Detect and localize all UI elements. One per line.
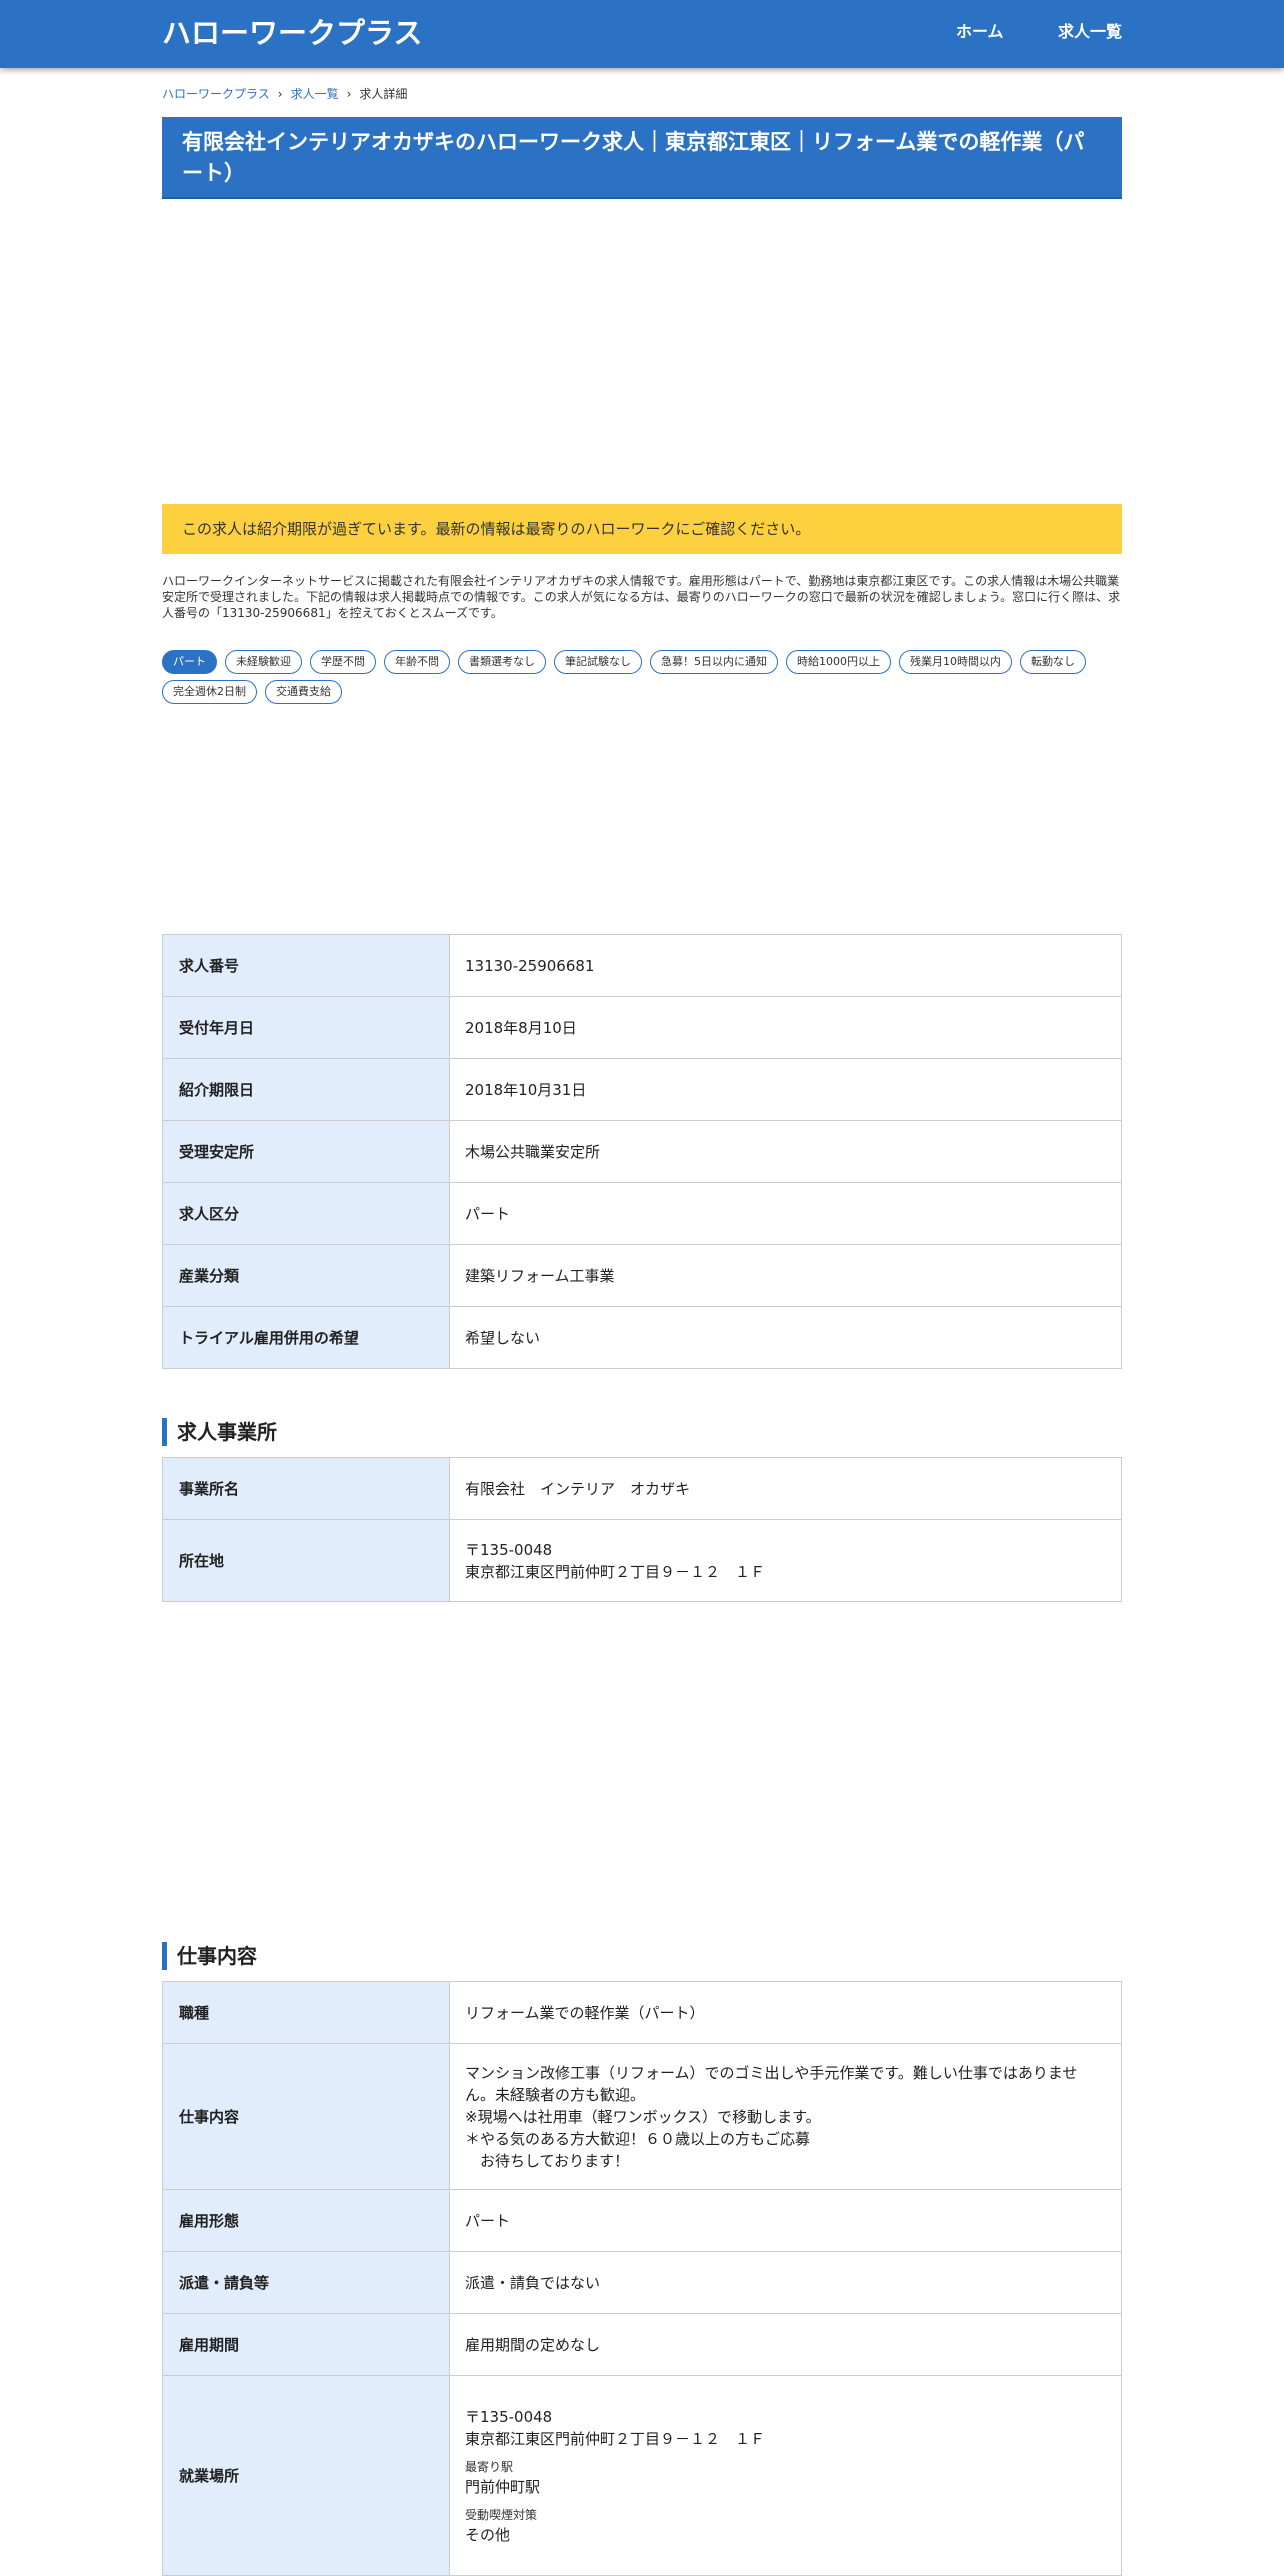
office-name-value: 有限会社 インテリア オカザキ xyxy=(449,1457,1122,1520)
row-label: 産業分類 xyxy=(162,1244,450,1307)
job-number-value: 13130-25906681 xyxy=(449,934,1122,997)
table-row: 紹介期限日 2018年10月31日 xyxy=(162,1058,1122,1121)
breadcrumb: ハローワークプラス › 求人一覧 › 求人詳細 xyxy=(162,84,407,104)
address-line: 東京都江東区門前仲町２丁目９－１２ １Ｆ xyxy=(465,1562,766,1581)
row-label: 事業所名 xyxy=(162,1457,450,1520)
tag-part-time: パート xyxy=(162,650,217,674)
row-value: 雇用期間の定めなし xyxy=(449,2313,1122,2376)
breadcrumb-current: 求人詳細 xyxy=(359,87,408,101)
table-row: 事業所名 有限会社 インテリア オカザキ xyxy=(162,1457,1122,1520)
row-label: 所在地 xyxy=(162,1519,450,1602)
table-row: 雇用形態 パート xyxy=(162,2189,1122,2252)
office-table: 事業所名 有限会社 インテリア オカザキ 所在地 〒135-0048 東京都江東… xyxy=(162,1457,1122,1602)
table-row: 職種 リフォーム業での軽作業（パート） xyxy=(162,1981,1122,2044)
tag: 急募！5日以内に通知 xyxy=(650,650,778,674)
table-row: 産業分類 建築リフォーム工事業 xyxy=(162,1244,1122,1307)
table-row: 受理安定所 木場公共職業安定所 xyxy=(162,1120,1122,1183)
row-value: 2018年10月31日 xyxy=(449,1058,1122,1121)
postal-code: 〒135-0048 xyxy=(465,2407,553,2426)
row-value: 木場公共職業安定所 xyxy=(449,1120,1122,1183)
row-value: 希望しない xyxy=(449,1306,1122,1369)
workplace-value: 〒135-0048 東京都江東区門前仲町２丁目９－１２ １Ｆ 最寄り駅 門前仲町… xyxy=(449,2375,1122,2576)
row-value: 派遣・請負ではない xyxy=(449,2251,1122,2314)
row-label: 就業場所 xyxy=(162,2375,450,2576)
row-value: 建築リフォーム工事業 xyxy=(449,1244,1122,1307)
row-label: 雇用形態 xyxy=(162,2189,450,2252)
table-row: 求人番号 13130-25906681 xyxy=(162,934,1122,997)
row-label: 仕事内容 xyxy=(162,2043,450,2190)
section-heading-job: 仕事内容 xyxy=(162,1942,1122,1970)
row-label: 受付年月日 xyxy=(162,996,450,1059)
postal-code: 〒135-0048 xyxy=(465,1540,553,1559)
row-label: 派遣・請負等 xyxy=(162,2251,450,2314)
table-row: 受付年月日 2018年8月10日 xyxy=(162,996,1122,1059)
chevron-right-icon: › xyxy=(346,87,352,101)
tag: 残業月10時間以内 xyxy=(899,650,1012,674)
job-description-summary: ハローワークインターネットサービスに掲載された有限会社インテリアオカザキの求人情… xyxy=(162,574,1121,620)
nav-job-list-link[interactable]: 求人一覧 xyxy=(1058,20,1122,44)
row-label: 受理安定所 xyxy=(162,1120,450,1183)
tag: 年齢不問 xyxy=(384,650,450,674)
table-row: 求人区分 パート xyxy=(162,1182,1122,1245)
table-row: 仕事内容 マンション改修工事（リフォーム）でのゴミ出しや手元作業です。難しい仕事… xyxy=(162,2043,1122,2190)
row-label: 職種 xyxy=(162,1981,450,2044)
page-title: 有限会社インテリアオカザキのハローワーク求人｜東京都江東区｜リフォーム業での軽作… xyxy=(162,117,1122,199)
breadcrumb-home-link[interactable]: ハローワークプラス xyxy=(162,87,270,101)
expired-notice: この求人は紹介期限が過ぎています。最新の情報は最寄りのハローワークにご確認くださ… xyxy=(162,504,1122,554)
tag-list: パート 未経験歓迎 学歴不問 年齢不問 書類選考なし 筆記試験なし 急募！5日以… xyxy=(162,650,1122,704)
job-detail-table: 職種 リフォーム業での軽作業（パート） 仕事内容 マンション改修工事（リフォーム… xyxy=(162,1981,1122,2576)
nav-home-link[interactable]: ホーム xyxy=(956,20,1004,44)
job-title-value: リフォーム業での軽作業（パート） xyxy=(449,1981,1122,2044)
row-value: パート xyxy=(449,1182,1122,1245)
table-row: 雇用期間 雇用期間の定めなし xyxy=(162,2313,1122,2376)
tag: 完全週休2日制 xyxy=(162,680,257,704)
job-summary-table: 求人番号 13130-25906681 受付年月日 2018年8月10日 紹介期… xyxy=(162,934,1122,1369)
tag: 転勤なし xyxy=(1020,650,1086,674)
row-value: パート xyxy=(449,2189,1122,2252)
brand-logo-link[interactable]: ハローワークプラス xyxy=(162,14,422,52)
office-address-value: 〒135-0048 東京都江東区門前仲町２丁目９－１２ １Ｆ xyxy=(449,1519,1122,1602)
tag: 未経験歓迎 xyxy=(225,650,302,674)
station-value: 門前仲町駅 xyxy=(465,2477,541,2496)
table-row: 所在地 〒135-0048 東京都江東区門前仲町２丁目９－１２ １Ｆ xyxy=(162,1519,1122,1602)
table-row: 派遣・請負等 派遣・請負ではない xyxy=(162,2251,1122,2314)
row-label: 雇用期間 xyxy=(162,2313,450,2376)
table-row: トライアル雇用併用の希望 希望しない xyxy=(162,1306,1122,1369)
table-row: 就業場所 〒135-0048 東京都江東区門前仲町２丁目９－１２ １Ｆ 最寄り駅… xyxy=(162,2375,1122,2576)
chevron-right-icon: › xyxy=(277,87,283,101)
row-label: 求人番号 xyxy=(162,934,450,997)
header-bar: ハローワークプラス ホーム 求人一覧 xyxy=(0,0,1284,68)
row-value: 2018年8月10日 xyxy=(449,996,1122,1059)
station-label: 最寄り駅 xyxy=(465,2459,514,2474)
job-content-value: マンション改修工事（リフォーム）でのゴミ出しや手元作業です。難しい仕事ではありま… xyxy=(449,2043,1122,2190)
breadcrumb-job-list-link[interactable]: 求人一覧 xyxy=(291,87,339,101)
smoking-policy-value: その他 xyxy=(465,2525,511,2544)
row-label: 紹介期限日 xyxy=(162,1058,450,1121)
tag: 交通費支給 xyxy=(265,680,342,704)
tag: 書類選考なし xyxy=(458,650,546,674)
tag: 時給1000円以上 xyxy=(786,650,891,674)
smoking-policy-label: 受動喫煙対策 xyxy=(465,2507,538,2522)
address-line: 東京都江東区門前仲町２丁目９－１２ １Ｆ xyxy=(465,2429,766,2448)
tag: 筆記試験なし xyxy=(554,650,642,674)
section-heading-office: 求人事業所 xyxy=(162,1418,1122,1446)
tag: 学歴不問 xyxy=(310,650,376,674)
row-label: 求人区分 xyxy=(162,1182,450,1245)
row-label: トライアル雇用併用の希望 xyxy=(162,1306,450,1369)
